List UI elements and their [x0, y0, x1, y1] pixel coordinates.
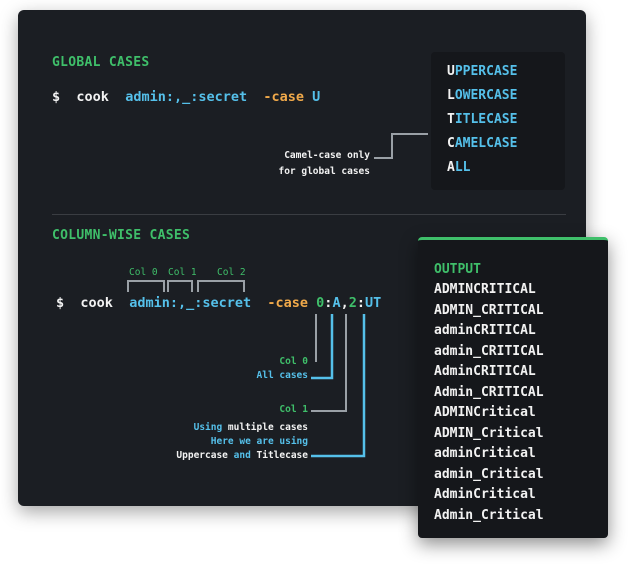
- output-item: ADMIN_CRITICAL: [434, 302, 544, 318]
- camel-connector: [374, 133, 428, 159]
- output-item: AdminCRITICAL: [434, 364, 536, 379]
- col0-bracket: [127, 280, 165, 292]
- output-item: ADMIN_Critical: [434, 425, 544, 441]
- col2-bracket: [197, 280, 245, 292]
- output-item: ADMINCRITICAL: [434, 282, 536, 297]
- output-item: admin_CRITICAL: [434, 343, 544, 359]
- output-item: Admin_Critical: [434, 507, 544, 523]
- output-panel: OUTPUT ADMINCRITICAL ADMIN_CRITICAL admi…: [418, 237, 608, 538]
- ut-leader: [311, 314, 366, 458]
- output-item: adminCRITICAL: [434, 323, 536, 338]
- output-item: AdminCritical: [434, 487, 536, 502]
- output-item: Admin_CRITICAL: [434, 384, 544, 400]
- output-item: adminCritical: [434, 446, 536, 461]
- col1-bracket: [167, 280, 193, 292]
- output-title: OUTPUT: [434, 262, 481, 277]
- all-cases-leader: [311, 314, 334, 380]
- output-item: ADMINCritical: [434, 405, 536, 420]
- output-item: admin_Critical: [434, 466, 544, 482]
